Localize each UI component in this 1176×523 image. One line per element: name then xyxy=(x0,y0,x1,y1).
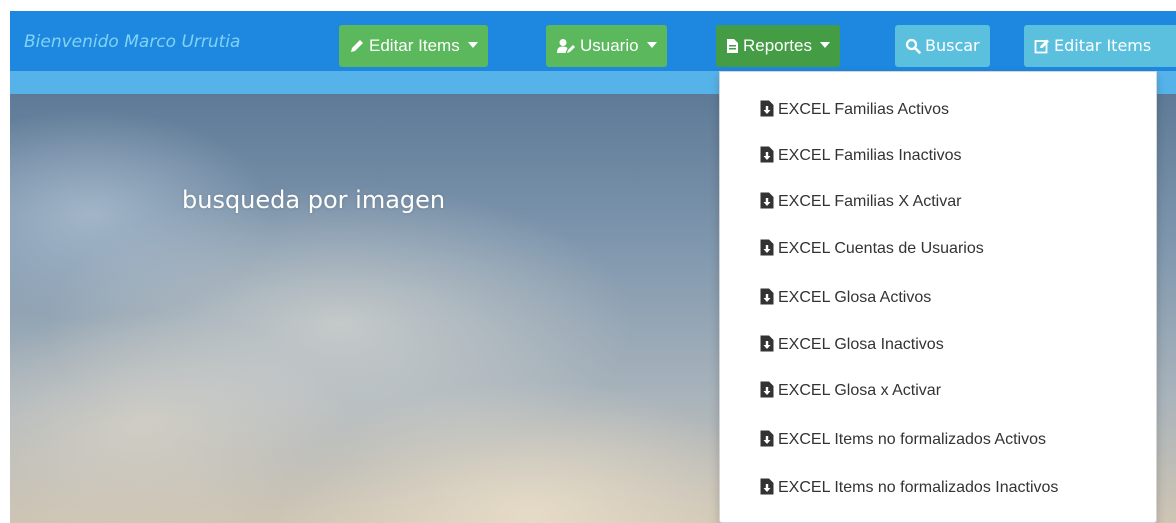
menu-item-excel-familias-activos[interactable]: EXCEL Familias Activos xyxy=(760,98,949,122)
file-download-icon xyxy=(760,100,774,117)
editar-items-secondary-button[interactable]: Editar Items xyxy=(1024,25,1176,67)
file-download-icon xyxy=(760,192,774,209)
menu-item-label: EXCEL Glosa Inactivos xyxy=(778,336,944,353)
search-icon xyxy=(905,38,921,54)
menu-item-excel-familias-x-activar[interactable]: EXCEL Familias X Activar xyxy=(760,190,961,214)
menu-item-label: EXCEL Cuentas de Usuarios xyxy=(778,240,984,257)
menu-item-excel-glosa-activos[interactable]: EXCEL Glosa Activos xyxy=(760,286,931,310)
menu-item-label: EXCEL Familias X Activar xyxy=(778,193,962,210)
reportes-dropdown-menu: EXCEL Familias Activos EXCEL Familias In… xyxy=(719,71,1157,523)
chevron-down-icon xyxy=(646,42,657,48)
chevron-down-icon xyxy=(819,42,830,48)
edit-square-icon xyxy=(1034,39,1049,54)
menu-item-excel-familias-inactivos[interactable]: EXCEL Familias Inactivos xyxy=(760,144,961,168)
menu-item-label: EXCEL Familias Activos xyxy=(778,101,950,118)
menu-item-excel-items-no-formalizados-inactivos[interactable]: EXCEL Items no formalizados Inactivos xyxy=(760,476,1058,500)
menu-item-label: EXCEL Items no formalizados Activos xyxy=(778,431,1046,448)
chevron-down-icon xyxy=(467,42,478,48)
usuario-button[interactable]: Usuario xyxy=(546,25,667,67)
reportes-label: Reportes xyxy=(743,36,812,55)
menu-item-excel-cuentas-de-usuarios[interactable]: EXCEL Cuentas de Usuarios xyxy=(760,237,984,261)
welcome-text: Bienvenido Marco Urrutia xyxy=(24,32,241,52)
file-download-icon xyxy=(760,335,774,352)
editar-items-label: Editar Items xyxy=(369,36,460,55)
hero-title: busqueda por imagen xyxy=(182,186,446,214)
menu-item-label: EXCEL Familias Inactivos xyxy=(778,147,962,164)
file-download-icon xyxy=(760,430,774,447)
menu-item-label: EXCEL Glosa x Activar xyxy=(778,382,942,399)
reportes-button[interactable]: Reportes xyxy=(716,25,840,67)
menu-item-label: EXCEL Glosa Activos xyxy=(778,289,932,306)
usuario-label: Usuario xyxy=(580,36,639,55)
menu-item-excel-items-no-formalizados-activos[interactable]: EXCEL Items no formalizados Activos xyxy=(760,428,1046,452)
file-download-icon xyxy=(760,239,774,256)
editar-items-button[interactable]: Editar Items xyxy=(339,25,488,67)
pencil-icon xyxy=(351,40,363,52)
buscar-button[interactable]: Buscar xyxy=(895,25,990,67)
file-download-icon xyxy=(760,146,774,163)
menu-item-excel-glosa-x-activar[interactable]: EXCEL Glosa x Activar xyxy=(760,379,941,403)
file-download-icon xyxy=(760,381,774,398)
user-edit-icon xyxy=(557,39,575,53)
file-download-icon xyxy=(760,478,774,495)
editar-items-secondary-label: Editar Items xyxy=(1054,36,1152,55)
file-download-icon xyxy=(760,288,774,305)
buscar-label: Buscar xyxy=(925,36,980,55)
menu-item-excel-glosa-inactivos[interactable]: EXCEL Glosa Inactivos xyxy=(760,333,944,357)
document-icon xyxy=(727,39,738,53)
menu-item-label: EXCEL Items no formalizados Inactivos xyxy=(778,479,1059,496)
